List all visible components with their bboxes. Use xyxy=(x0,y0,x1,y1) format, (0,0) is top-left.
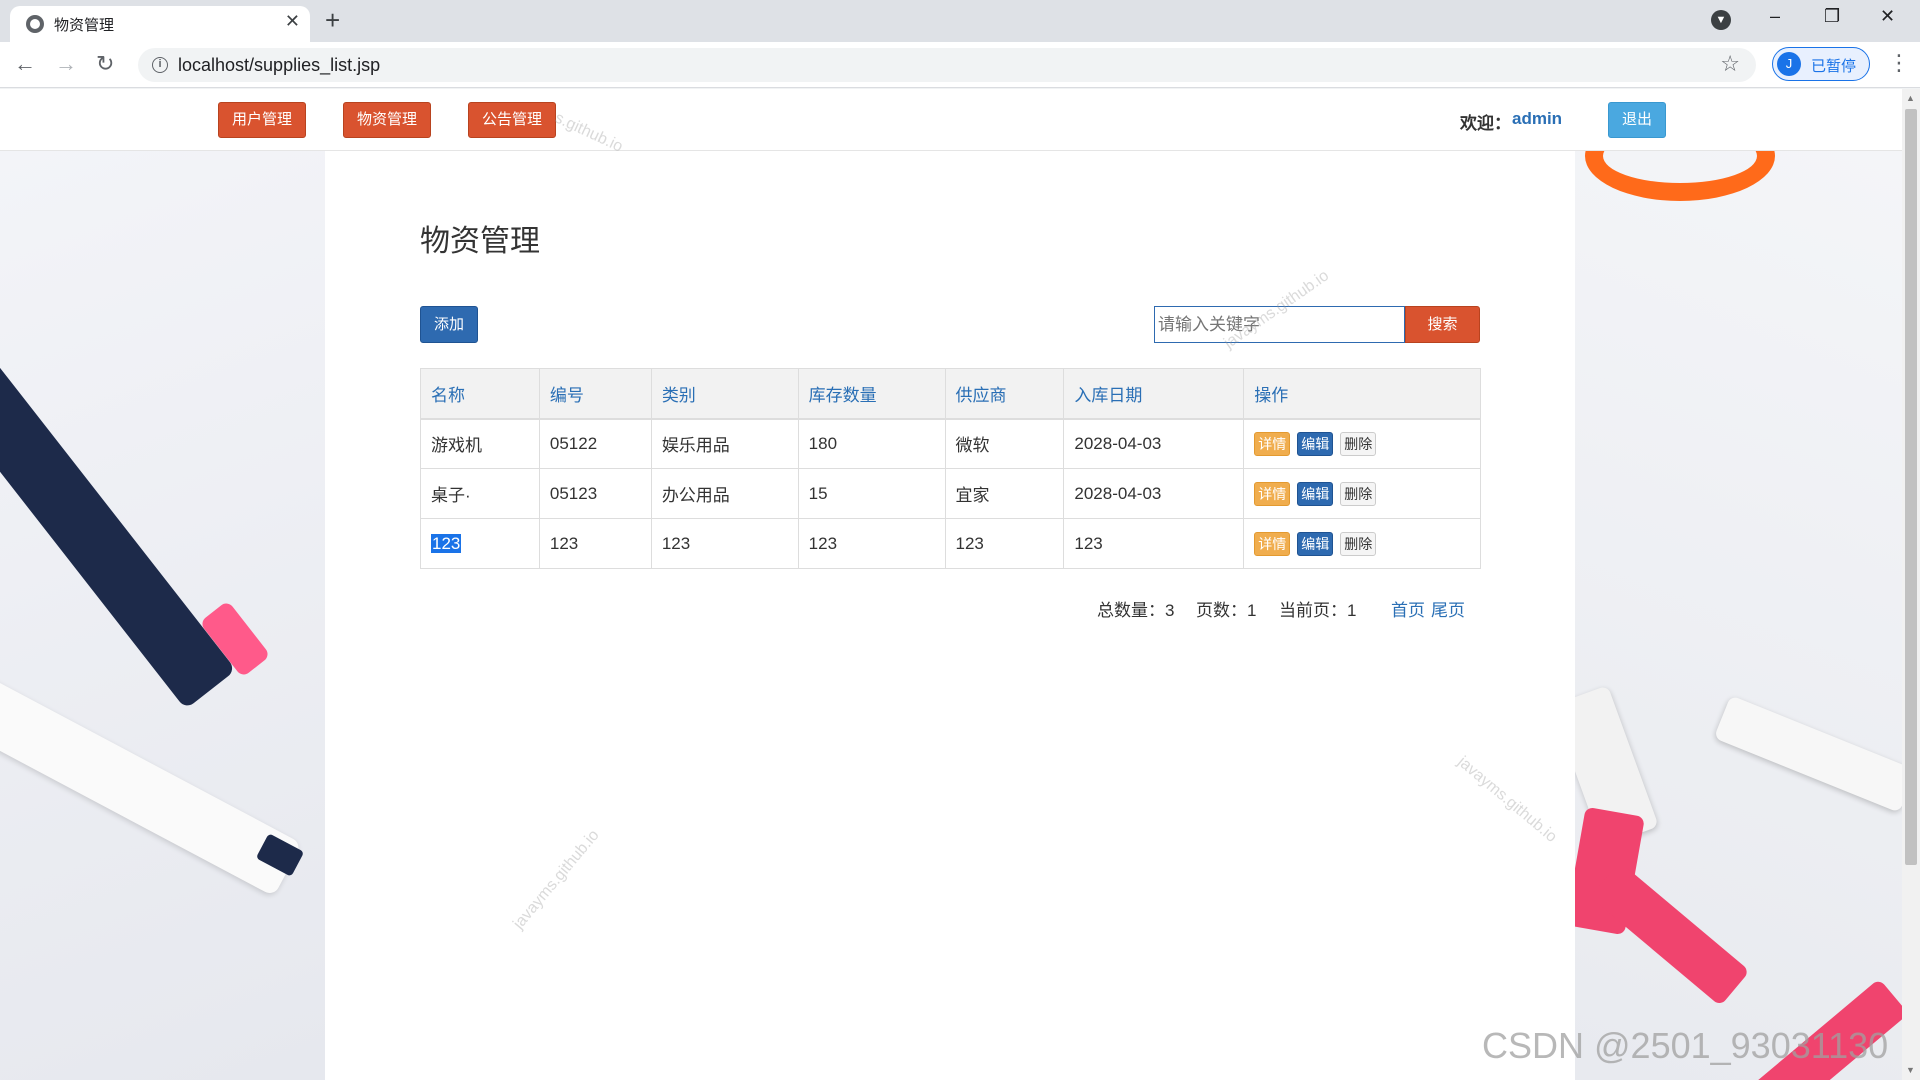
profile-avatar: J xyxy=(1777,52,1801,76)
cell-actions: 详情 编辑 删除 xyxy=(1243,418,1481,469)
tape-roll-image xyxy=(1585,151,1775,201)
edit-button[interactable]: 编辑 xyxy=(1297,531,1334,556)
tab-search-icon[interactable]: ▼ xyxy=(1711,10,1731,30)
new-tab-button[interactable]: + xyxy=(325,5,340,35)
username: admin xyxy=(1512,109,1563,128)
supplies-table: 名称 编号 类别 库存数量 供应商 入库日期 操作 游戏机 05122 娱乐用品… xyxy=(420,368,1481,569)
clothespin-image xyxy=(1713,695,1902,813)
delete-button[interactable]: 删除 xyxy=(1340,531,1377,556)
cell-stock: 15 xyxy=(797,468,946,519)
header-category[interactable]: 类别 xyxy=(650,368,799,420)
tab-close-icon[interactable]: ✕ xyxy=(285,11,300,32)
white-pen-image xyxy=(0,674,302,897)
scroll-thumb[interactable] xyxy=(1905,109,1917,865)
cell-category: 123 xyxy=(650,518,799,569)
delete-button[interactable]: 删除 xyxy=(1340,431,1377,456)
pager-total: 总数量：3 xyxy=(1097,601,1175,620)
clothespin-image xyxy=(1590,861,1750,1007)
cell-name: 桌子· xyxy=(420,468,540,519)
table-row: 123 123 123 123 123 123 详情 编辑 删除 xyxy=(420,518,1481,569)
cell-date: 123 xyxy=(1063,518,1245,569)
cell-code: 123 xyxy=(538,518,652,569)
restore-button[interactable]: ❐ xyxy=(1824,6,1840,27)
welcome-label: 欢迎： xyxy=(1460,114,1511,133)
browser-tab-bar: 物资管理 ✕ + ▼ – ❐ ✕ xyxy=(0,0,1920,42)
reload-icon[interactable]: ↻ xyxy=(96,50,114,78)
cell-actions: 详情 编辑 删除 xyxy=(1243,468,1481,519)
nav-supplies-management[interactable]: 物资管理 xyxy=(343,102,431,138)
header-actions: 操作 xyxy=(1243,368,1481,420)
search-button[interactable]: 搜索 xyxy=(1405,306,1480,343)
close-window-button[interactable]: ✕ xyxy=(1880,6,1895,27)
detail-button[interactable]: 详情 xyxy=(1254,481,1291,506)
detail-button[interactable]: 详情 xyxy=(1254,531,1291,556)
scroll-up-arrow-icon[interactable]: ▲ xyxy=(1906,93,1915,103)
add-button[interactable]: 添加 xyxy=(420,306,478,343)
table-row: 游戏机 05122 娱乐用品 180 微软 2028-04-03 详情 编辑 删除 xyxy=(420,418,1481,469)
header-stock[interactable]: 库存数量 xyxy=(797,368,946,420)
edit-button[interactable]: 编辑 xyxy=(1297,481,1334,506)
header-supplier[interactable]: 供应商 xyxy=(944,368,1065,420)
cell-supplier: 宜家 xyxy=(944,468,1065,519)
cell-category: 办公用品 xyxy=(650,468,799,519)
pager-current: 当前页：1 xyxy=(1279,601,1357,620)
watermark-text: s.github.io xyxy=(552,109,626,156)
watermark-text: javayms.github.io xyxy=(1454,753,1560,846)
browser-toolbar: ← → ↻ i localhost/supplies_list.jsp ☆ J … xyxy=(0,42,1920,88)
csdn-watermark: CSDN @2501_93031130 xyxy=(1482,1025,1889,1066)
header-name[interactable]: 名称 xyxy=(420,368,540,420)
cell-name: 游戏机 xyxy=(420,418,540,469)
cell-supplier: 123 xyxy=(944,518,1065,569)
globe-icon xyxy=(26,15,44,33)
profile-status: 已暂停 xyxy=(1811,58,1857,75)
page-viewport: 用户管理 物资管理 公告管理 s.github.io 欢迎： admin 退出 … xyxy=(0,89,1902,1080)
cell-stock: 123 xyxy=(797,518,946,569)
cell-category: 娱乐用品 xyxy=(650,418,799,469)
scroll-down-arrow-icon[interactable]: ▼ xyxy=(1906,1065,1915,1075)
edit-button[interactable]: 编辑 xyxy=(1297,431,1334,456)
cell-actions: 详情 编辑 删除 xyxy=(1243,518,1481,569)
header-date[interactable]: 入库日期 xyxy=(1063,368,1245,420)
pager-pages: 页数：1 xyxy=(1196,601,1257,620)
cell-stock: 180 xyxy=(797,418,946,469)
minimize-button[interactable]: – xyxy=(1770,6,1780,27)
header-code[interactable]: 编号 xyxy=(538,368,652,420)
nav-user-management[interactable]: 用户管理 xyxy=(218,102,306,138)
site-info-icon[interactable]: i xyxy=(152,57,168,73)
background-photo-left xyxy=(0,151,325,1080)
cell-name: 123 xyxy=(420,518,540,569)
cell-supplier: 微软 xyxy=(944,418,1065,469)
top-navbar: 用户管理 物资管理 公告管理 s.github.io 欢迎： admin 退出 xyxy=(0,89,1902,156)
table-header-row: 名称 编号 类别 库存数量 供应商 入库日期 操作 xyxy=(420,368,1481,420)
browser-tab[interactable]: 物资管理 ✕ xyxy=(10,6,310,42)
background-photo-right xyxy=(1575,151,1902,1080)
cell-date: 2028-04-03 xyxy=(1063,418,1245,469)
delete-button[interactable]: 删除 xyxy=(1340,481,1377,506)
url-text[interactable]: localhost/supplies_list.jsp xyxy=(178,55,380,76)
nav-notice-management[interactable]: 公告管理 xyxy=(468,102,556,138)
profile-button[interactable]: J 已暂停 xyxy=(1772,47,1870,81)
first-page-link[interactable]: 首页 xyxy=(1391,596,1425,621)
last-page-link[interactable]: 尾页 xyxy=(1431,596,1465,621)
tab-title: 物资管理 xyxy=(54,17,115,34)
marker-pen-image xyxy=(0,323,237,710)
cell-date: 2028-04-03 xyxy=(1063,468,1245,519)
browser-menu-icon[interactable]: ⋮ xyxy=(1888,50,1910,76)
bookmark-star-icon[interactable]: ☆ xyxy=(1720,51,1740,77)
page-title: 物资管理 xyxy=(420,225,540,258)
selected-text: 123 xyxy=(431,533,462,553)
watermark-text: javayms.github.io xyxy=(510,826,603,933)
page-scrollbar[interactable]: ▲ ▼ xyxy=(1902,89,1920,1080)
detail-button[interactable]: 详情 xyxy=(1254,431,1291,456)
back-icon[interactable]: ← xyxy=(14,50,36,78)
main-content: 物资管理 添加 搜索 名称 编号 类别 库存数量 供应商 入库日期 操作 xyxy=(325,151,1575,1080)
table-row: 桌子· 05123 办公用品 15 宜家 2028-04-03 详情 编辑 删除 xyxy=(420,468,1481,519)
cell-code: 05123 xyxy=(538,468,652,519)
forward-icon[interactable]: → xyxy=(55,50,77,78)
logout-button[interactable]: 退出 xyxy=(1608,102,1666,138)
cell-code: 05122 xyxy=(538,418,652,469)
address-bar[interactable]: i localhost/supplies_list.jsp ☆ xyxy=(138,48,1756,82)
